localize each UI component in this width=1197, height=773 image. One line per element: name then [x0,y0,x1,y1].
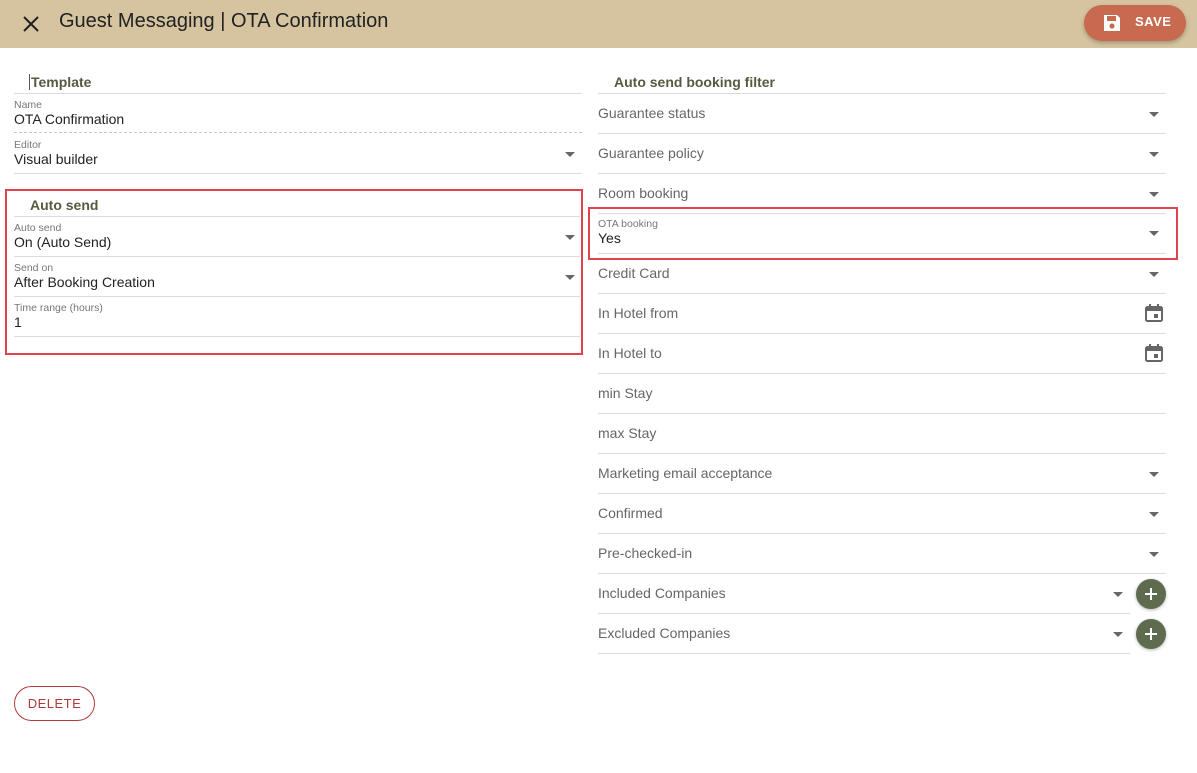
chevron-down-icon [1149,512,1159,517]
divider [14,93,582,94]
max-stay-input[interactable]: max Stay [598,414,1166,454]
ota-booking-select[interactable]: OTA booking Yes [598,217,1166,253]
delete-button[interactable]: DELETE [14,686,95,721]
room-booking-label: Room booking [598,185,689,201]
divider [14,173,582,174]
chevron-down-icon [1149,231,1159,236]
text-cursor [29,74,30,90]
time-range-value: 1 [14,314,22,330]
guarantee-policy-select[interactable]: Guarantee policy [598,134,1166,174]
save-button[interactable]: SAVE [1084,5,1186,41]
ota-booking-label: OTA booking [598,218,658,230]
top-bar: Guest Messaging | OTA Confirmation SAVE [0,0,1197,48]
included-companies-select[interactable]: Included Companies [598,574,1130,614]
pre-checked-in-select[interactable]: Pre-checked-in [598,534,1166,574]
calendar-icon[interactable] [1144,303,1164,323]
confirmed-label: Confirmed [598,505,663,521]
chevron-down-icon [1149,112,1159,117]
name-value: OTA Confirmation [14,111,125,127]
chevron-down-icon [565,152,575,157]
ota-booking-value: Yes [598,230,621,246]
chevron-down-icon [565,275,575,280]
marketing-email-label: Marketing email acceptance [598,465,773,481]
auto-send-value: On (Auto Send) [14,234,112,250]
auto-send-section-title: Auto send [30,197,99,213]
guarantee-status-label: Guarantee status [598,105,706,121]
editor-label: Editor [14,139,42,151]
chevron-down-icon [1149,552,1159,557]
guarantee-policy-label: Guarantee policy [598,145,704,161]
auto-send-label: Auto send [14,222,62,234]
divider [14,296,580,297]
divider [598,653,1130,654]
editor-select[interactable]: Editor Visual builder [14,138,582,172]
excluded-companies-select[interactable]: Excluded Companies [598,614,1130,654]
excluded-companies-label: Excluded Companies [598,625,731,641]
name-field[interactable]: Name OTA Confirmation [14,98,582,132]
divider [14,256,580,257]
name-label: Name [14,99,43,111]
credit-card-label: Credit Card [598,265,670,281]
marketing-email-select[interactable]: Marketing email acceptance [598,454,1166,494]
auto-send-select[interactable]: Auto send On (Auto Send) [14,221,580,255]
time-range-input[interactable]: Time range (hours) 1 [14,301,580,335]
included-companies-label: Included Companies [598,585,726,601]
add-included-company-button[interactable] [1136,579,1166,609]
send-on-select[interactable]: Send on After Booking Creation [14,261,580,295]
guarantee-status-select[interactable]: Guarantee status [598,94,1166,134]
divider [14,216,580,217]
template-section-title: Template [31,74,92,90]
send-on-label: Send on [14,262,54,274]
add-excluded-company-button[interactable] [1136,619,1166,649]
chevron-down-icon [1113,632,1123,637]
floppy-disk-icon [1104,15,1120,31]
in-hotel-from-label: In Hotel from [598,305,679,321]
pre-checked-in-label: Pre-checked-in [598,545,693,561]
chevron-down-icon [1149,472,1159,477]
filter-section-title: Auto send booking filter [614,74,775,90]
in-hotel-to-date[interactable]: In Hotel to [598,334,1166,374]
chevron-down-icon [565,235,575,240]
page-title: Guest Messaging | OTA Confirmation [59,10,389,32]
save-button-label: SAVE [1135,14,1172,29]
chevron-down-icon [1149,192,1159,197]
chevron-down-icon [1149,272,1159,277]
divider [598,213,1166,214]
in-hotel-from-date[interactable]: In Hotel from [598,294,1166,334]
in-hotel-to-label: In Hotel to [598,345,662,361]
max-stay-label: max Stay [598,425,657,441]
time-range-label: Time range (hours) [14,302,103,314]
close-icon[interactable] [20,13,42,35]
min-stay-label: min Stay [598,385,653,401]
divider [14,132,582,133]
send-on-value: After Booking Creation [14,274,155,290]
calendar-icon[interactable] [1144,343,1164,363]
divider [14,336,580,337]
confirmed-select[interactable]: Confirmed [598,494,1166,534]
credit-card-select[interactable]: Credit Card [598,254,1166,294]
editor-value: Visual builder [14,151,98,167]
chevron-down-icon [1149,152,1159,157]
min-stay-input[interactable]: min Stay [598,374,1166,414]
chevron-down-icon [1113,592,1123,597]
